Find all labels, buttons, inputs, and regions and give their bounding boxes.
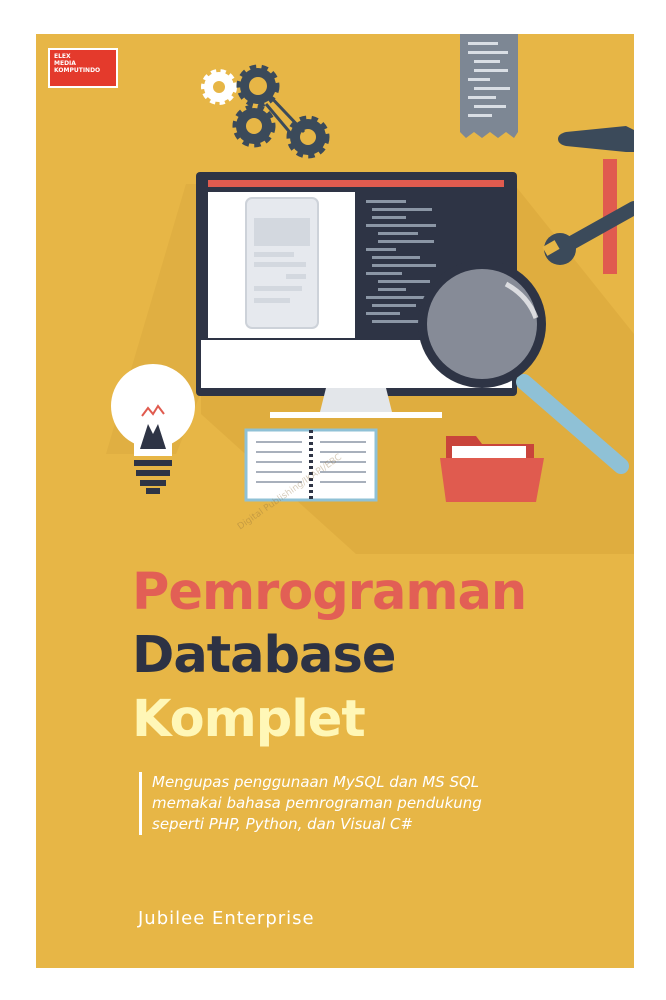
- publisher-logo-text: ELEX MEDIA KOMPUTINDO: [54, 53, 101, 74]
- book-cover: ELEX MEDIA KOMPUTINDO Digital Publishing…: [36, 34, 634, 968]
- folder-icon: [440, 436, 544, 502]
- gears-icon: [201, 64, 330, 159]
- title-line-3: Komplet: [132, 690, 366, 749]
- subtitle: Mengupas penggunaan MySQL dan MS SQL mem…: [139, 772, 572, 835]
- subtitle-line-1: Mengupas penggunaan MySQL dan MS SQL: [152, 773, 480, 791]
- code-document-icon: [460, 34, 518, 138]
- publisher-logo: ELEX MEDIA KOMPUTINDO: [48, 48, 118, 88]
- subtitle-line-3: seperti PHP, Python, dan Visual C#: [152, 815, 414, 833]
- light-bulb-icon: [111, 364, 195, 494]
- author-name: Jubilee Enterprise: [138, 908, 315, 929]
- cover-illustration: [106, 34, 634, 554]
- notebook-icon: [244, 428, 378, 502]
- wrench-icon: [542, 201, 634, 265]
- title-line-2: Database: [132, 626, 396, 685]
- title-line-1: Pemrograman: [132, 563, 527, 622]
- subtitle-line-2: memakai bahasa pemrograman pendukung: [152, 794, 482, 812]
